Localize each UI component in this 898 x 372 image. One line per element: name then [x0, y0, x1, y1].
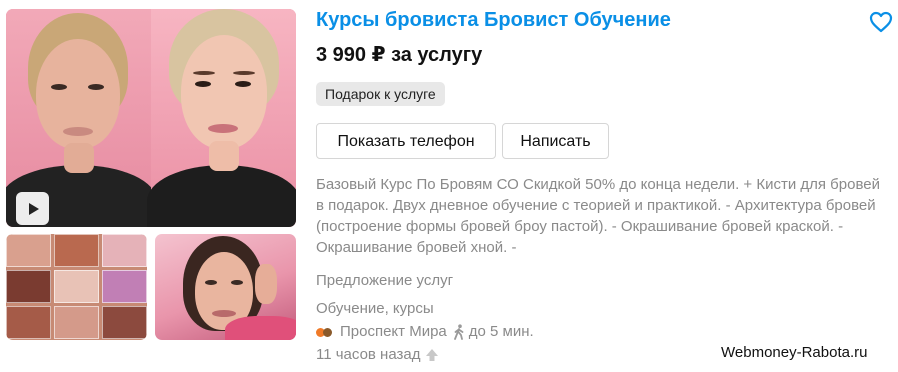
watermark: Webmoney-Rabota.ru: [721, 344, 868, 361]
metro-line-dots-icon: [316, 327, 334, 337]
gallery-thumbnail-1[interactable]: [6, 234, 147, 340]
heart-outline-icon[interactable]: [869, 11, 893, 33]
walking-person-icon: [453, 323, 464, 340]
gift-badge: Подарок к услуге: [316, 82, 445, 106]
main-photo[interactable]: [6, 9, 296, 227]
offer-type: Предложение услуг: [316, 272, 454, 289]
play-icon: [28, 202, 39, 215]
walk-time: до 5 мин.: [468, 323, 534, 340]
gallery-thumbnail-2[interactable]: [155, 234, 296, 340]
write-message-button[interactable]: Написать: [502, 123, 609, 159]
show-phone-button[interactable]: Показать телефон: [316, 123, 496, 159]
category: Обучение, курсы: [316, 300, 434, 317]
posted-time: 11 часов назад: [316, 346, 421, 363]
location: Проспект Мира до 5 мин.: [316, 323, 534, 340]
arrow-up-icon: [426, 348, 439, 361]
metro-station: Проспект Мира: [340, 323, 447, 340]
listing-description: Базовый Курс По Бровям СО Скидкой 50% до…: [316, 176, 880, 256]
listing-card: Курсы бровиста Бровист Обучение 3 990 ₽ …: [0, 0, 898, 372]
posted-time-row: 11 часов назад: [316, 346, 439, 363]
listing-title[interactable]: Курсы бровиста Бровист Обучение: [316, 9, 671, 32]
after-photo: [147, 9, 296, 227]
play-video-button[interactable]: [16, 192, 49, 225]
price: 3 990 ₽ за услугу: [316, 44, 483, 66]
